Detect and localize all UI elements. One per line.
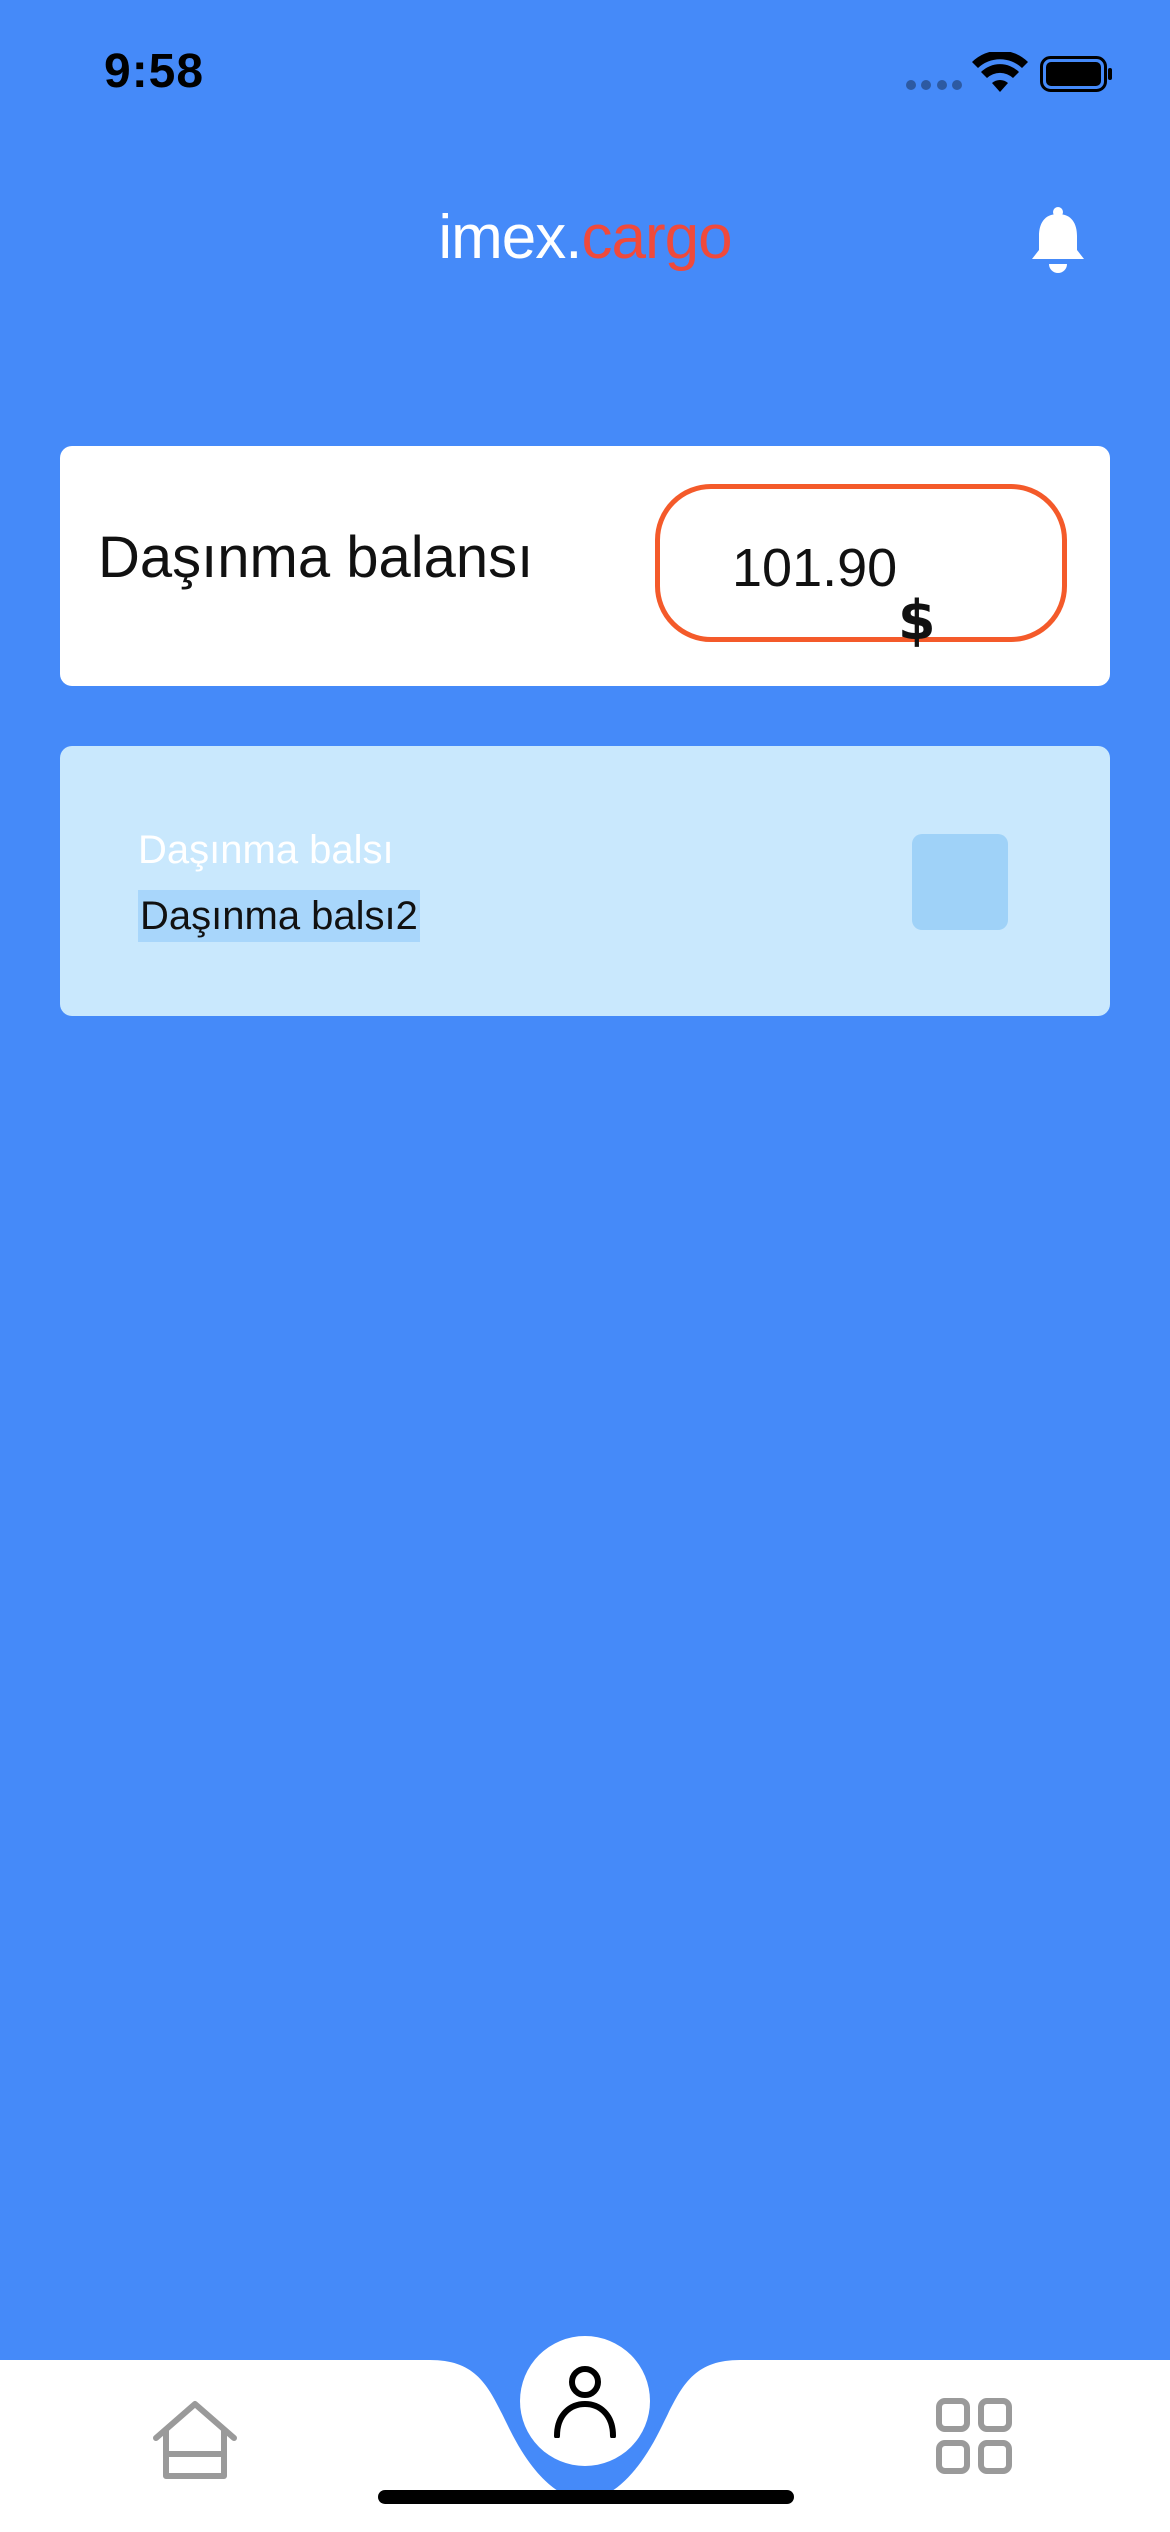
bottom-nav-bar [0, 2336, 1170, 2532]
balance-label: Daşınma balansı [98, 525, 534, 590]
info-card-checkbox[interactable] [912, 834, 1008, 930]
balance-value: 101.90 [732, 538, 898, 598]
battery-icon [1040, 56, 1112, 92]
profile-icon [554, 2366, 616, 2438]
balance-card: Daşınma balansı 101.90 $ [60, 446, 1110, 686]
grid-icon[interactable] [936, 2398, 1012, 2474]
logo-part-imex: imex. [438, 203, 582, 272]
app-logo: imex.cargo [0, 202, 1170, 273]
wifi-icon [972, 52, 1028, 92]
status-bar: 9:58 [0, 0, 1170, 140]
status-time: 9:58 [104, 45, 205, 98]
logo-part-cargo: cargo [581, 203, 733, 272]
info-card-subtitle: Daşınma balsı2 [138, 890, 420, 942]
cellular-signal-icon [906, 80, 962, 90]
app-header: imex.cargo [0, 180, 1170, 300]
bell-icon[interactable] [1028, 206, 1088, 274]
home-icon[interactable] [150, 2398, 240, 2482]
home-indicator[interactable] [378, 2490, 794, 2504]
currency-symbol: $ [898, 589, 936, 652]
balance-amount-box: 101.90 $ [655, 484, 1067, 652]
profile-nav-button[interactable] [520, 2336, 650, 2466]
info-card[interactable]: Daşınma balsı Daşınma balsı2 [60, 746, 1110, 1016]
info-card-title: Daşınma balsı [138, 828, 394, 872]
